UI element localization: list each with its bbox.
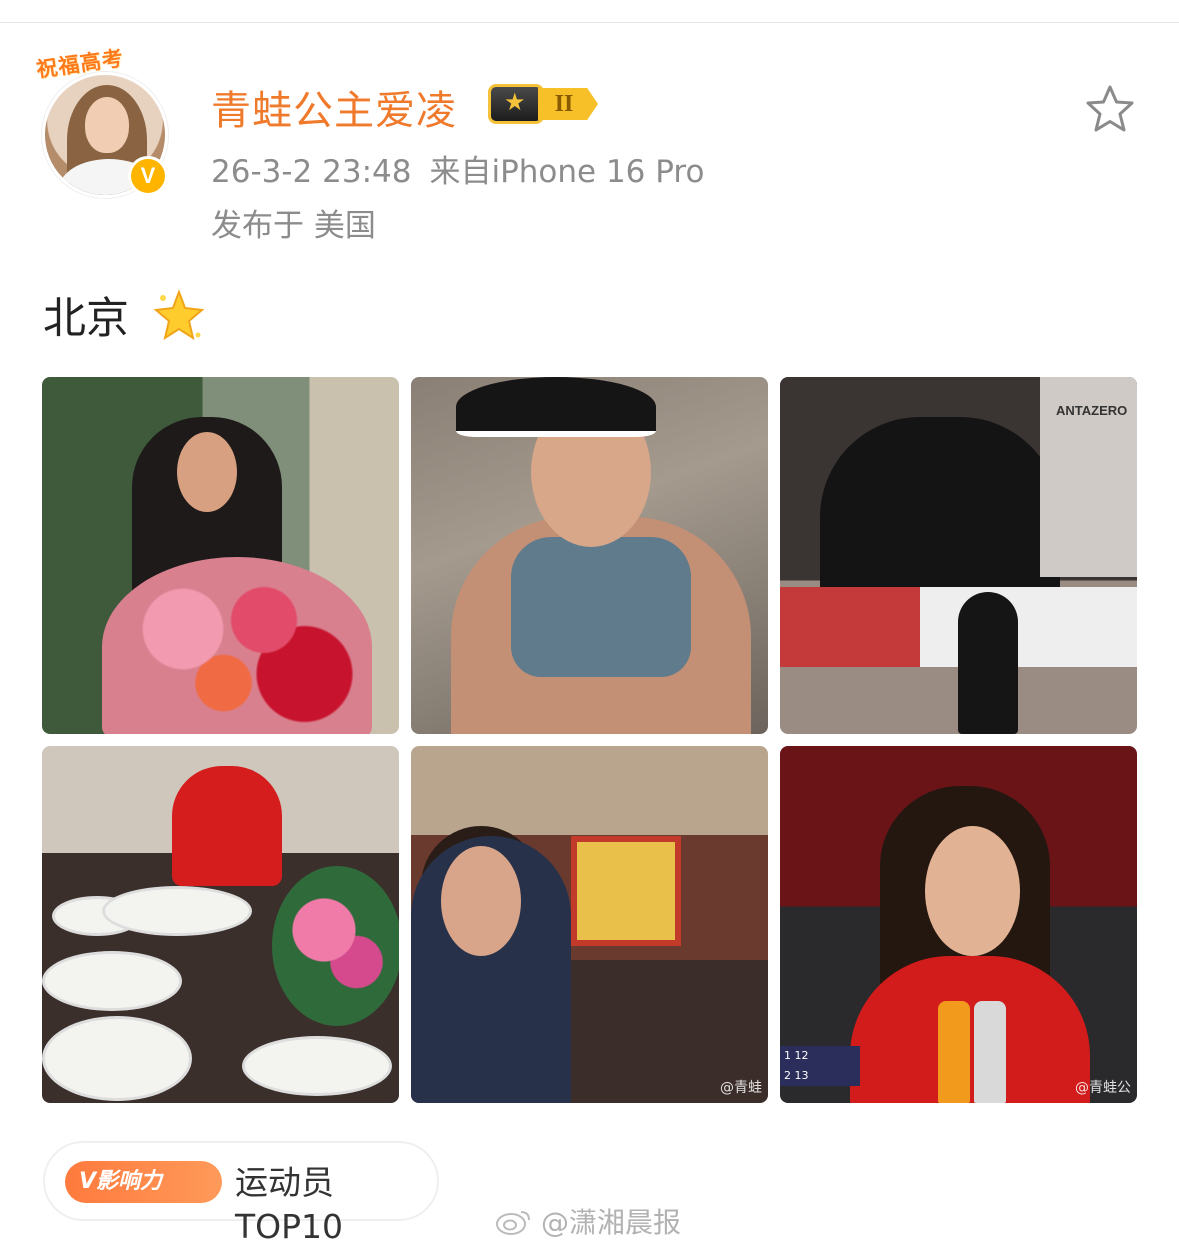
star-outline-icon [1086, 85, 1134, 132]
post-timestamp: 26-3-2 23:48 [211, 154, 412, 190]
sparkle-star-icon [151, 288, 207, 355]
weibo-logo-icon [496, 1211, 530, 1235]
photo-flowers-bouquet[interactable] [42, 377, 399, 734]
post-text: 北京 [43, 284, 207, 355]
billboard-brand: ANTAZERO [1056, 403, 1128, 418]
photo-restaurant-stage[interactable]: @青蛙 [411, 746, 768, 1103]
level-tag: II [538, 88, 598, 120]
influence-label: 运动员TOP10 [235, 1163, 344, 1246]
member-level-badge[interactable]: ★ II [488, 82, 606, 126]
scoreboard: 1 12 2 13 [780, 1046, 860, 1086]
post-source: 来自iPhone 16 Pro [429, 154, 705, 190]
photo-watermark: @青蛙 [720, 1080, 762, 1096]
photo-stadium-red-jacket[interactable]: 1 12 2 13 @青蛙公 [780, 746, 1137, 1103]
verified-badge-icon: V [128, 156, 168, 196]
avatar[interactable]: 祝福高考 V [35, 46, 186, 198]
watermark-text: @潇湘晨报 [541, 1206, 682, 1239]
post-text-content: 北京 [43, 294, 129, 344]
crown-icon: ★ [488, 84, 544, 124]
favorite-star-button[interactable] [1082, 82, 1138, 138]
photo-watermark: @青蛙公 [1075, 1080, 1131, 1096]
page-watermark: @潇湘晨报 [495, 1201, 681, 1241]
post-location: 发布于 美国 [211, 208, 376, 244]
top-divider [0, 22, 1179, 23]
photo-gym-selfie[interactable] [411, 377, 768, 734]
influence-tag[interactable]: V影响力 运动员TOP10 [43, 1141, 439, 1246]
influence-badge: V影响力 [65, 1161, 222, 1203]
username[interactable]: 青蛙公主爱凌 [211, 78, 457, 136]
photo-dinner-table[interactable] [42, 746, 399, 1103]
post-meta: 26-3-2 23:48 来自iPhone 16 Pro [211, 146, 704, 191]
photo-street-billboard[interactable]: ANTAZERO [780, 377, 1137, 734]
